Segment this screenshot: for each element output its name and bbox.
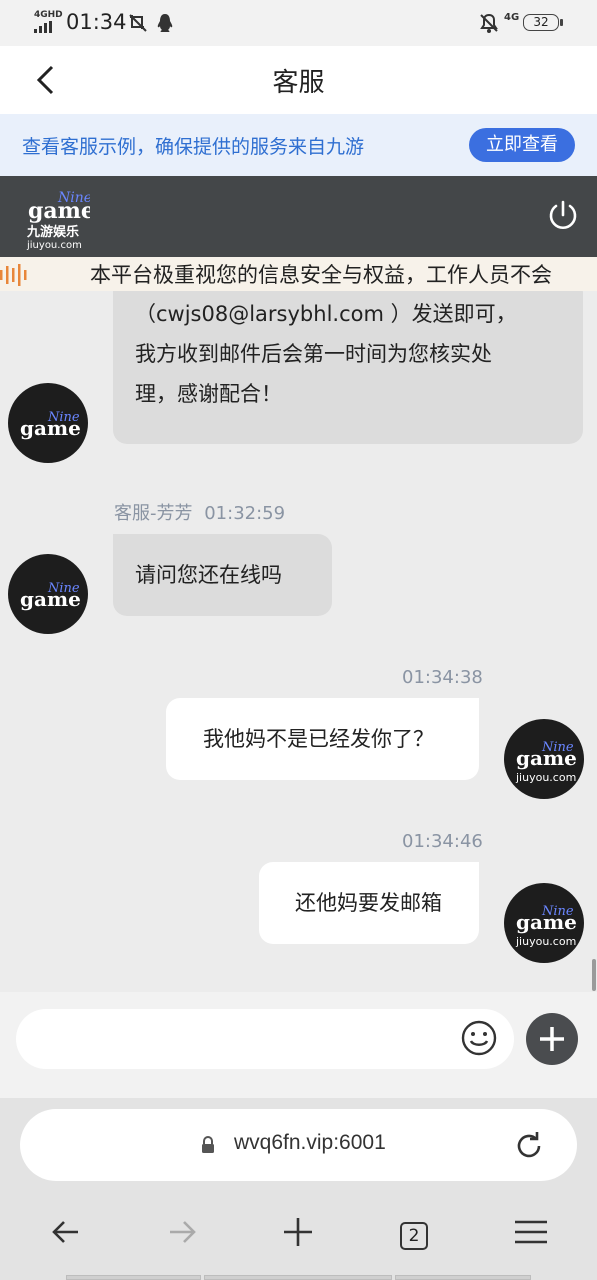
clock: 01:34 [66, 10, 127, 34]
reload-icon[interactable] [512, 1129, 546, 1163]
url-text[interactable]: wvq6fn.vip:6001 [234, 1131, 386, 1155]
svg-text:jiuyou.com: jiuyou.com [515, 935, 576, 948]
sender-name: 客服-芳芳 [114, 503, 193, 524]
message-time: 01:32:59 [204, 503, 286, 524]
message-bubble: （cwjs08@larsybhl.com ）发送即可， 我方收到邮件后会第一时间… [113, 291, 583, 444]
nine-game-avatar-icon: Nine game [20, 410, 81, 440]
menu-icon[interactable] [513, 1214, 549, 1250]
forward-icon[interactable] [164, 1214, 200, 1250]
message-input[interactable] [16, 1009, 514, 1069]
nine-game-avatar-icon: Nine game jiuyou.com [515, 740, 577, 784]
tab-strip-item [66, 1275, 201, 1280]
lock-icon [202, 1136, 214, 1153]
marquee-notice: 本平台极重视您的信息安全与权益，工作人员不会 [0, 257, 597, 291]
screenshot-off-icon [129, 14, 147, 32]
tab-strip-item [395, 1275, 531, 1280]
browser-toolbar: wvq6fn.vip:6001 2 [0, 1098, 597, 1280]
svg-text:game: game [516, 746, 577, 770]
battery-icon: 32 [523, 14, 563, 31]
message-line: 理，感谢配合！ [135, 382, 282, 406]
message-meta: 客服-芳芳 01:32:59 [114, 499, 285, 525]
add-attachment-button[interactable] [526, 1013, 578, 1065]
marquee-text: 本平台极重视您的信息安全与权益，工作人员不会 [90, 263, 552, 287]
notice-banner: 查看客服示例，确保提供的服务来自九游 立即查看 [0, 114, 597, 176]
svg-text:game: game [20, 587, 81, 611]
signal-icon [34, 21, 52, 33]
header: 客服 [0, 46, 597, 114]
brand-bar: Nine game 九游娱乐 jiuyou.com [0, 176, 597, 257]
logo-cn-text: 九游娱乐 [26, 224, 79, 240]
message-line: （cwjs08@larsybhl.com ）发送即可， [135, 302, 517, 326]
tab-strip-item [204, 1275, 392, 1280]
plus-icon [540, 1027, 564, 1051]
back-arrow-icon[interactable] [30, 64, 62, 96]
svg-text:jiuyou.com: jiuyou.com [515, 771, 576, 784]
emoji-icon[interactable] [460, 1019, 498, 1057]
address-bar[interactable]: wvq6fn.vip:6001 [20, 1109, 577, 1181]
new-tab-icon[interactable] [280, 1214, 316, 1250]
logo-game-text: game [28, 198, 90, 224]
agent-avatar: Nine game [8, 383, 88, 463]
view-now-button[interactable]: 立即查看 [469, 128, 575, 162]
page-title: 客服 [272, 68, 325, 98]
user-avatar: Nine game jiuyou.com [504, 719, 584, 799]
network-label: 4GHD [34, 10, 63, 20]
message-text: 还他妈要发邮箱 [295, 891, 442, 915]
message-text: 我他妈不是已经发你了？ [203, 727, 434, 751]
agent-avatar: Nine game [8, 554, 88, 634]
message-line: 我方收到邮件后会第一时间为您核实处 [135, 342, 492, 366]
message-bubble: 我他妈不是已经发你了？ [166, 698, 479, 780]
nine-game-avatar-icon: Nine game jiuyou.com [515, 904, 577, 948]
logo-site-text: jiuyou.com [26, 240, 82, 250]
message-time: 01:34:38 [402, 667, 483, 688]
svg-text:game: game [516, 910, 577, 934]
bell-muted-icon [480, 13, 498, 33]
back-icon[interactable] [48, 1214, 84, 1250]
message-bubble: 请问您还在线吗 [113, 534, 332, 616]
sound-wave-icon [0, 264, 27, 286]
status-bar: 4GHD 01:34 4G 32 [0, 0, 597, 46]
power-icon[interactable] [546, 198, 580, 232]
scrollbar-thumb[interactable] [592, 959, 596, 991]
nine-game-logo: Nine game 九游娱乐 jiuyou.com [26, 190, 90, 250]
notice-text: 查看客服示例，确保提供的服务来自九游 [22, 136, 365, 158]
svg-text:game: game [20, 416, 81, 440]
qq-icon [157, 14, 173, 32]
message-text: 请问您还在线吗 [135, 563, 282, 587]
chat-area[interactable]: （cwjs08@larsybhl.com ）发送即可， 我方收到邮件后会第一时间… [0, 291, 597, 992]
message-bubble: 还他妈要发邮箱 [259, 862, 479, 944]
network-type: 4G [504, 12, 520, 23]
message-time: 01:34:46 [402, 831, 483, 852]
tabs-button[interactable]: 2 [400, 1222, 428, 1250]
nine-game-avatar-icon: Nine game [20, 581, 81, 611]
input-bar [0, 992, 597, 1098]
user-avatar: Nine game jiuyou.com [504, 883, 584, 963]
